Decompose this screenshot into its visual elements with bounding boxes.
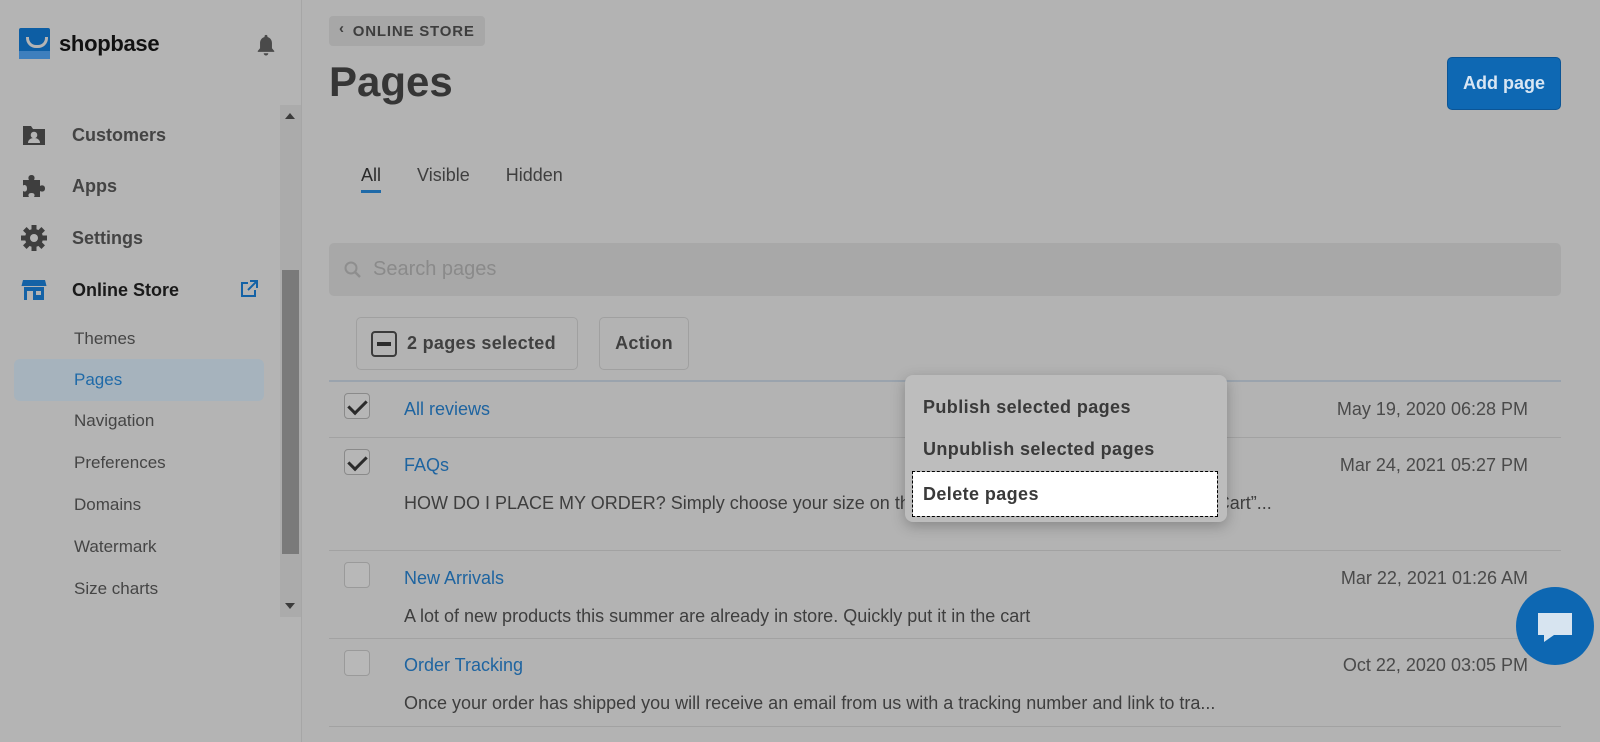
- menu-item-delete[interactable]: Delete pages: [912, 471, 1218, 517]
- shopbase-logo[interactable]: shopbase: [19, 28, 160, 59]
- chat-icon: [1538, 613, 1572, 642]
- external-link-icon[interactable]: [238, 278, 260, 300]
- page-title-link[interactable]: New Arrivals: [404, 568, 504, 589]
- select-all-checkbox[interactable]: [371, 330, 397, 357]
- page-date: Mar 22, 2021 01:26 AM: [1340, 568, 1528, 588]
- sidebar-item-label: Customers: [72, 124, 167, 145]
- sidebar-item-customers[interactable]: Customers: [20, 115, 270, 155]
- scrollbar-thumb[interactable]: [282, 270, 299, 554]
- sidebar-subitem-preferences[interactable]: Preferences: [14, 442, 264, 484]
- page-title-link[interactable]: All reviews: [404, 399, 490, 420]
- page-title-link[interactable]: FAQs: [404, 455, 449, 476]
- page-excerpt: A lot of new products this summer are al…: [404, 606, 1031, 626]
- chevron-left-icon: ‹: [339, 19, 345, 37]
- sidebar-subitem-navigation[interactable]: Navigation: [14, 400, 264, 442]
- selected-count: 2 pages selected: [407, 333, 556, 353]
- sidebar-subitem-pages[interactable]: Pages: [14, 359, 264, 401]
- sidebar-item-apps[interactable]: Apps: [20, 166, 270, 206]
- row-checkbox[interactable]: [344, 449, 370, 475]
- page-title: Pages: [329, 58, 453, 105]
- sidebar-scrollbar[interactable]: [280, 105, 301, 617]
- add-page-button[interactable]: Add page: [1447, 57, 1561, 110]
- breadcrumb-label: ONLINE STORE: [352, 22, 475, 40]
- tab-hidden[interactable]: Hidden: [506, 165, 563, 193]
- sidebar-subitem-domains[interactable]: Domains: [14, 484, 264, 526]
- action-button[interactable]: Action: [599, 317, 689, 370]
- sidebar-item-label: Settings: [72, 227, 144, 248]
- page-date: May 19, 2020 06:28 PM: [1336, 399, 1528, 419]
- page-date: Mar 24, 2021 05:27 PM: [1339, 455, 1528, 475]
- tab-all[interactable]: All: [361, 165, 382, 193]
- sidebar-item-label: Online Store: [72, 279, 180, 300]
- logo-icon: [19, 28, 50, 59]
- sidebar-item-settings[interactable]: Settings: [20, 218, 270, 258]
- sidebar-subitem-themes[interactable]: Themes: [14, 318, 264, 360]
- row-checkbox[interactable]: [344, 562, 370, 588]
- row-checkbox[interactable]: [344, 393, 370, 419]
- chat-button[interactable]: [1516, 587, 1594, 665]
- menu-item-unpublish[interactable]: Unpublish selected pages: [905, 428, 1227, 470]
- brand-name: shopbase: [59, 30, 160, 56]
- row-checkbox[interactable]: [344, 650, 370, 676]
- customers-icon: [20, 121, 48, 149]
- bell-icon[interactable]: [255, 33, 277, 57]
- table-row[interactable]: Order Tracking Oct 22, 2020 03:05 PM Onc…: [329, 639, 1561, 727]
- search-input[interactable]: [373, 258, 973, 281]
- gear-icon: [20, 224, 48, 252]
- filter-tabs: All Visible Hidden: [361, 165, 599, 193]
- tab-visible[interactable]: Visible: [417, 165, 470, 193]
- table-row[interactable]: New Arrivals Mar 22, 2021 01:26 AM A lot…: [329, 551, 1561, 639]
- menu-item-publish[interactable]: Publish selected pages: [905, 386, 1227, 428]
- sidebar-item-online-store[interactable]: Online Store: [20, 270, 270, 310]
- page-title-link[interactable]: Order Tracking: [404, 655, 523, 676]
- main-content: ‹ ONLINE STORE Pages Add page All Visibl…: [302, 0, 1600, 742]
- sidebar-subitem-watermark[interactable]: Watermark: [14, 526, 264, 568]
- search-bar: [329, 243, 1561, 296]
- puzzle-icon: [20, 172, 48, 200]
- sidebar-item-label: Apps: [72, 175, 117, 196]
- action-dropdown-menu: Publish selected pages Unpublish selecte…: [905, 375, 1227, 522]
- scroll-up-icon[interactable]: [285, 113, 295, 119]
- search-icon: [344, 261, 361, 278]
- bulk-select-control[interactable]: 2 pages selected: [356, 317, 578, 370]
- sidebar: shopbase Customers Apps Settings Online …: [0, 0, 302, 742]
- page-date: Oct 22, 2020 03:05 PM: [1342, 655, 1528, 675]
- sidebar-subitem-size-charts[interactable]: Size charts: [14, 568, 264, 610]
- store-icon: [20, 276, 48, 304]
- breadcrumb[interactable]: ‹ ONLINE STORE: [329, 16, 485, 46]
- page-excerpt: Once your order has shipped you will rec…: [404, 693, 1216, 713]
- scroll-down-icon[interactable]: [285, 603, 295, 609]
